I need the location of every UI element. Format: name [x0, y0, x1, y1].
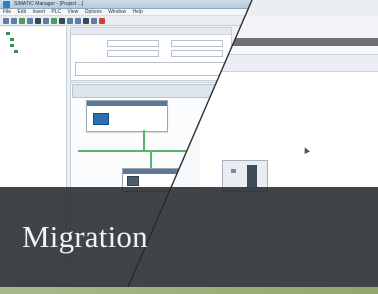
- app-icon: [3, 1, 10, 8]
- toolbar-cut-icon: [35, 17, 41, 24]
- network-drop: [143, 130, 145, 150]
- menu-item: Edit: [17, 9, 27, 15]
- menu-item: Insert: [32, 9, 45, 15]
- plc-module-icon: [93, 113, 109, 125]
- io-module-icon: [127, 176, 139, 186]
- toolbar-help-icon: [91, 17, 97, 24]
- property-field: [107, 40, 159, 47]
- toolbar-new-icon: [3, 17, 9, 24]
- tree-node: [14, 49, 20, 54]
- banner-title: Migration: [22, 219, 148, 254]
- banner-accent-bar: [0, 287, 378, 294]
- tree-node: [10, 43, 16, 48]
- toolbar-save-icon: [19, 17, 25, 24]
- network-line: [78, 150, 196, 152]
- menu-item: View: [67, 9, 79, 15]
- tree-node: [10, 37, 16, 42]
- toolbar-stop-icon: [99, 17, 105, 24]
- toolbar-download-icon: [67, 17, 73, 24]
- module-header: [123, 169, 183, 174]
- menu-item: PLC: [51, 9, 62, 15]
- network-drop: [150, 152, 152, 168]
- menu-item: Options: [84, 9, 102, 15]
- properties-panel: [70, 27, 232, 81]
- device-slot: [247, 165, 257, 187]
- menu-item: Window: [108, 9, 127, 15]
- cpu-module: [86, 100, 168, 132]
- device-slot: [231, 169, 236, 173]
- module-header: [87, 101, 167, 106]
- menu-item: File: [3, 9, 12, 15]
- toolbar-monitor-icon: [83, 17, 89, 24]
- toolbar-upload-icon: [75, 17, 81, 24]
- toolbar-copy-icon: [43, 17, 49, 24]
- property-field: [171, 40, 223, 47]
- tree-node: [6, 31, 12, 36]
- menu-item: Help: [132, 9, 143, 15]
- toolbar-open-icon: [11, 17, 17, 24]
- property-field: [171, 50, 223, 57]
- comment-field: [75, 62, 227, 76]
- toolbar-paste-icon: [51, 17, 57, 24]
- property-field: [107, 50, 159, 57]
- legacy-window-title: SIMATIC Manager - [Project ...]: [14, 1, 84, 7]
- toolbar-print-icon: [27, 17, 33, 24]
- migration-tile[interactable]: SIMATIC Manager - [Project ...] File Edi…: [0, 0, 378, 294]
- toolbar-network-icon: [59, 17, 65, 24]
- properties-header: [71, 28, 231, 35]
- canvas-strip: [72, 84, 230, 98]
